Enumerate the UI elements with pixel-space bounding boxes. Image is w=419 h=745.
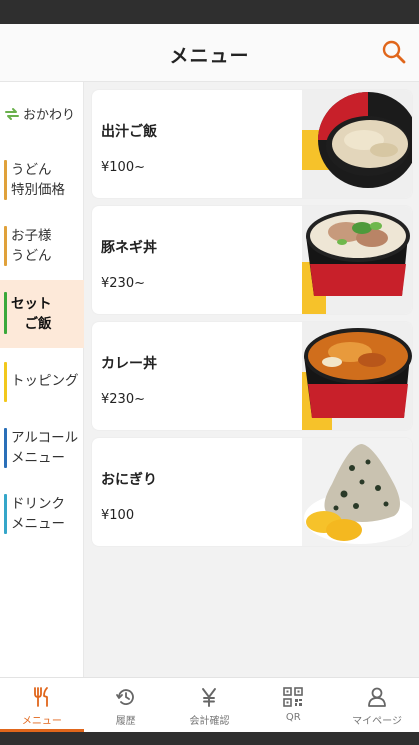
refill-label: おかわり: [23, 108, 76, 123]
tab-qr[interactable]: QR: [251, 678, 335, 732]
menu-item-photo: [302, 438, 412, 546]
person-icon: [368, 687, 386, 707]
search-icon[interactable]: [381, 39, 407, 65]
system-nav-bar: [0, 732, 419, 745]
menu-item-price: ¥100~: [101, 160, 145, 175]
category-sidebar: おかわり うどん 特別価格 お子様 うどん セット ご飯 トッピング アルコール…: [0, 82, 84, 677]
sidebar-item-kids-udon[interactable]: お子様 うどん: [0, 224, 84, 268]
refill-icon: [5, 107, 19, 120]
sidebar-item-udon-special[interactable]: うどん 特別価格: [0, 158, 84, 202]
sidebar-item-label: トッピング: [11, 373, 79, 389]
sidebar-item-drink[interactable]: ドリンク メニュー: [0, 492, 84, 536]
menu-item-name: 出汁ご飯: [101, 124, 157, 140]
menu-item-name: 豚ネギ丼: [101, 240, 157, 256]
menu-item-photo: [302, 206, 412, 314]
menu-item-card[interactable]: おにぎり ¥100: [92, 438, 412, 546]
sidebar-item-alcohol[interactable]: アルコール メニュー: [0, 426, 84, 470]
tab-checkout[interactable]: 会計確認: [168, 678, 252, 732]
category-indicator: [4, 362, 7, 402]
tab-menu[interactable]: メニュー: [0, 678, 84, 732]
category-indicator: [4, 226, 7, 266]
menu-item-photo: [302, 90, 412, 198]
refill-button[interactable]: おかわり: [4, 104, 75, 123]
app-header: メニュー: [0, 24, 419, 82]
history-icon: [115, 689, 134, 705]
tab-label: 会計確認: [189, 716, 230, 727]
menu-item-card[interactable]: カレー丼 ¥230~: [92, 322, 412, 430]
sidebar-item-topping[interactable]: トッピング: [0, 360, 84, 404]
tab-label: マイページ: [352, 716, 402, 727]
menu-item-price: ¥230~: [101, 276, 145, 291]
fork-knife-icon: [33, 687, 48, 707]
menu-item-photo: [302, 322, 412, 430]
category-indicator: [4, 494, 7, 534]
sidebar-item-set-rice[interactable]: セット ご飯: [0, 280, 84, 348]
menu-item-name: おにぎり: [101, 472, 157, 488]
menu-item-card[interactable]: 豚ネギ丼 ¥230~: [92, 206, 412, 314]
sidebar-item-label: お子様 うどん: [11, 228, 52, 264]
category-indicator: [4, 160, 7, 200]
page-title: メニュー: [169, 45, 250, 67]
yen-icon: [202, 688, 217, 707]
category-indicator: [4, 292, 7, 334]
menu-item-price: ¥100: [101, 508, 135, 523]
category-indicator: [4, 428, 7, 468]
menu-list: 出汁ご飯 ¥100~ 豚ネギ丼 ¥230~ カレー丼 ¥230~ おにぎり ¥1…: [84, 82, 419, 677]
tab-label: メニュー: [21, 716, 62, 727]
sidebar-item-label: うどん 特別価格: [11, 162, 65, 198]
tab-history[interactable]: 履歴: [84, 678, 168, 732]
tab-label: 履歴: [115, 716, 136, 727]
sidebar-item-label: ドリンク メニュー: [11, 496, 65, 532]
qr-code-icon: [283, 687, 304, 707]
menu-item-price: ¥230~: [101, 392, 145, 407]
menu-item-card[interactable]: 出汁ご飯 ¥100~: [92, 90, 412, 198]
tab-label: QR: [285, 712, 301, 723]
tab-mypage[interactable]: マイページ: [335, 678, 419, 732]
sidebar-item-label: セット ご飯: [11, 296, 52, 332]
bottom-tab-bar: メニュー 履歴 会計確認 QR マイページ: [0, 677, 419, 732]
menu-item-name: カレー丼: [101, 356, 157, 372]
status-bar: [0, 0, 419, 24]
sidebar-item-label: アルコール メニュー: [11, 430, 79, 466]
